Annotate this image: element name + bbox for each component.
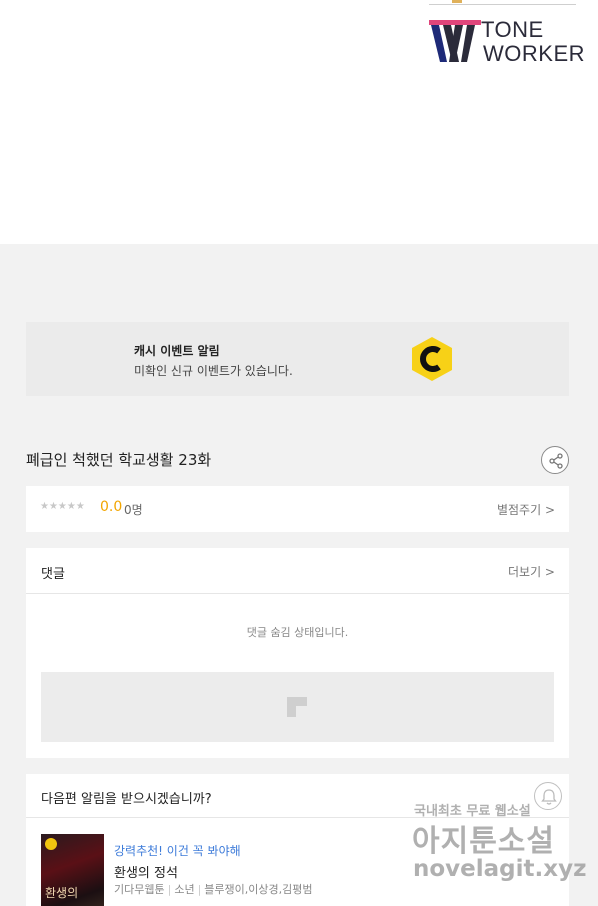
toneworker-logo: TONE WORKER <box>429 17 585 68</box>
cash-event-banner[interactable]: 캐시 이벤트 알림 미확인 신규 이벤트가 있습니다. <box>26 322 569 396</box>
rating-score: 0.0 <box>100 499 123 515</box>
share-button[interactable] <box>541 446 569 474</box>
rate-button[interactable]: 별점주기 > <box>497 501 555 518</box>
recommend-meta: 기다무웹툰 | 소년 | 블루쟁이,이상경,김평범 <box>114 881 313 897</box>
star-rating-icons: ★★★★★ <box>40 501 85 512</box>
episode-title: 폐급인 척했던 학교생활 23화 <box>26 451 212 469</box>
thumbnail-title-text: 환생의 <box>45 886 79 900</box>
meta-type: 기다무웹툰 <box>114 883 165 896</box>
decorative-mark <box>452 0 462 3</box>
wait-free-clock-icon <box>45 838 57 850</box>
ad-placeholder[interactable] <box>41 672 554 742</box>
comments-title: 댓글 <box>41 567 65 582</box>
comments-hidden-notice: 댓글 숨김 상태입니다. <box>246 626 349 639</box>
share-icon <box>549 453 563 469</box>
c-coin-icon <box>412 337 452 381</box>
comments-panel: 댓글 더보기 > 댓글 숨김 상태입니다. <box>26 548 569 758</box>
image-placeholder-icon <box>287 697 307 717</box>
meta-authors: 블루쟁이,이상경,김평범 <box>204 883 313 896</box>
watermark: 국내최초 무료 웹소설 아지툰소설 novelagit.xyz <box>412 798 592 893</box>
top-content-area: TONE WORKER <box>0 0 598 244</box>
divider <box>429 4 576 5</box>
comments-more-link[interactable]: 더보기 > <box>508 563 555 580</box>
recommend-title[interactable]: 환생의 정석 <box>114 862 178 881</box>
recommend-thumbnail[interactable]: 환생의 <box>41 834 104 906</box>
logo-text-worker: WORKER <box>483 41 585 66</box>
watermark-domain: novelagit.xyz <box>413 856 587 882</box>
meta-genre: 소년 <box>174 883 195 896</box>
meta-separator: | <box>197 883 202 896</box>
meta-separator: | <box>167 883 172 896</box>
rating-panel: ★★★★★ 0.0 0명 별점주기 > <box>26 486 569 532</box>
toneworker-mark-icon <box>429 20 481 62</box>
logo-text-tone: TONE <box>481 17 544 42</box>
comments-header: 댓글 더보기 > <box>26 548 569 594</box>
cash-event-title: 캐시 이벤트 알림 <box>134 344 220 358</box>
notify-question: 다음편 알림을 받으시겠습니까? <box>41 792 212 807</box>
cash-event-subtitle: 미확인 신규 이벤트가 있습니다. <box>134 364 293 378</box>
rating-count: 0명 <box>124 503 143 517</box>
watermark-brand: 아지툰소설 <box>412 824 555 859</box>
recommend-label[interactable]: 강력추천! 이건 꼭 봐야해 <box>114 842 241 859</box>
